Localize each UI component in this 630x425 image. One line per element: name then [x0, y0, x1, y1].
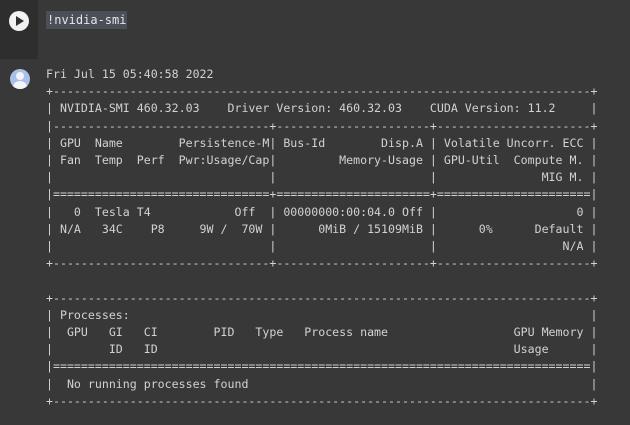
output-line: | Fan Temp Perf Pwr:Usage/Cap| Memory-Us…	[46, 153, 598, 168]
code-editor[interactable]: !nvidia-smi	[38, 0, 630, 59]
output-line: |===============================+=======…	[46, 187, 598, 202]
output-line: | 0 Tesla T4 Off | 00000000:00:04.0 Off …	[46, 204, 598, 219]
output-line: | GPU Name Persistence-M| Bus-Id Disp.A …	[46, 135, 598, 150]
output-text: Fri Jul 15 05:40:58 2022 +--------------…	[46, 66, 597, 410]
output-line: | No running processes found |	[46, 376, 598, 391]
output-line: +-------------------------------+-------…	[46, 256, 598, 271]
output-line: | Processes: |	[46, 307, 598, 322]
cell-gutter	[0, 0, 38, 59]
output-line: | GPU GI CI PID Type Process name GPU Me…	[46, 325, 598, 340]
code-text[interactable]: !nvidia-smi	[46, 11, 128, 29]
output-line: Fri Jul 15 05:40:58 2022	[46, 67, 214, 81]
output-line: +---------------------------------------…	[46, 290, 598, 305]
output-line: | NVIDIA-SMI 460.32.03 Driver Version: 4…	[46, 101, 598, 116]
output-line: |=======================================…	[46, 359, 598, 374]
output-line: +---------------------------------------…	[46, 393, 598, 408]
output-line: | N/A 34C P8 9W / 70W | 0MiB / 15109MiB …	[46, 221, 598, 236]
output-line: | | | N/A |	[46, 239, 598, 254]
output-line: | | | MIG M. |	[46, 170, 598, 185]
output-line: | ID ID Usage |	[46, 342, 598, 357]
output-line: +---------------------------------------…	[46, 84, 598, 99]
output-line: |-------------------------------+-------…	[46, 118, 598, 133]
user-avatar-icon	[10, 69, 30, 89]
run-cell-button[interactable]	[9, 11, 29, 31]
output-gutter	[0, 59, 38, 425]
code-cell: !nvidia-smi	[0, 0, 630, 59]
output-area: Fri Jul 15 05:40:58 2022 +--------------…	[0, 59, 630, 425]
